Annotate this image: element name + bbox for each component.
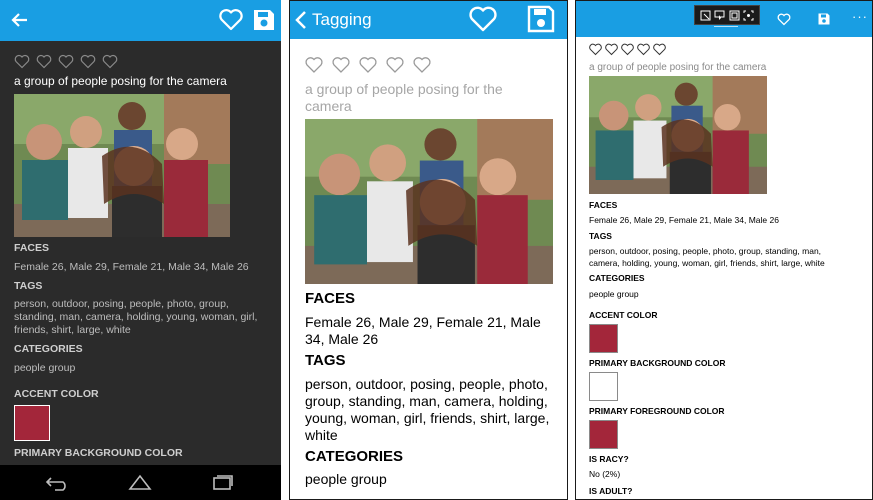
faces-heading: FACES <box>305 290 356 307</box>
rating-heart-icon[interactable] <box>413 56 431 74</box>
tags-value: person, outdoor, posing, people, photo, … <box>14 298 258 336</box>
android-nav-bar <box>0 465 281 500</box>
faces-heading: FACES <box>14 242 50 254</box>
ios-screen: Tagging a group of people posing for the… <box>289 0 568 500</box>
windows-app-bar: ··· <box>576 1 872 37</box>
save-icon[interactable] <box>818 13 830 25</box>
more-options-button[interactable]: ··· <box>852 10 868 23</box>
tags-value: person, outdoor, posing, people, photo, … <box>589 246 825 268</box>
rating-heart-icon[interactable] <box>637 43 650 56</box>
rating-heart-icon[interactable] <box>605 43 618 56</box>
back-button-label[interactable]: Tagging <box>312 10 372 30</box>
rating-heart-icon[interactable] <box>332 56 350 74</box>
windows-screen: ··· a group of people posing for the cam… <box>575 0 873 500</box>
group-photo <box>305 119 553 284</box>
photo-caption: a group of people posing for the camera <box>305 81 503 114</box>
is-racy-heading: IS RACY? <box>589 454 629 464</box>
primary-background-heading: PRIMARY BACKGROUND COLOR <box>14 447 183 459</box>
rating-heart-icon[interactable] <box>653 43 666 56</box>
accent-color-swatch <box>14 405 50 441</box>
faces-value: Female 26, Male 29, Female 21, Male 34, … <box>589 215 779 225</box>
heart-outline-icon[interactable] <box>218 8 244 32</box>
primary-background-heading: PRIMARY BACKGROUND COLOR <box>589 358 726 368</box>
rating-heart-icon[interactable] <box>359 56 377 74</box>
heart-outline-icon[interactable] <box>777 13 791 26</box>
categories-heading: CATEGORIES <box>589 273 645 283</box>
rating-hearts[interactable] <box>305 56 431 74</box>
is-adult-heading: IS ADULT? <box>589 486 633 496</box>
rating-hearts[interactable] <box>589 43 666 56</box>
rating-heart-icon[interactable] <box>36 54 52 69</box>
faces-value: Female 26, Male 29, Female 21, Male 34, … <box>305 314 541 347</box>
group-photo <box>14 94 230 237</box>
tags-heading: TAGS <box>589 231 612 241</box>
heart-outline-icon[interactable] <box>468 5 498 33</box>
photo-caption: a group of people posing for the camera <box>14 74 227 88</box>
is-racy-value: No (2%) <box>589 469 621 479</box>
rating-heart-icon[interactable] <box>58 54 74 69</box>
rating-heart-icon[interactable] <box>305 56 323 74</box>
recent-apps-icon[interactable] <box>212 474 234 491</box>
rating-heart-icon[interactable] <box>14 54 30 69</box>
accent-color-heading: ACCENT COLOR <box>589 310 658 320</box>
rating-heart-icon[interactable] <box>102 54 118 69</box>
photo-caption: a group of people posing for the camera <box>589 62 767 73</box>
save-icon[interactable] <box>253 9 275 31</box>
accent-color-heading: ACCENT COLOR <box>14 388 99 400</box>
tags-heading: TAGS <box>305 352 346 369</box>
faces-value: Female 26, Male 29, Female 21, Male 34, … <box>14 261 249 273</box>
android-screen: a group of people posing for the camera … <box>0 0 281 500</box>
rating-heart-icon[interactable] <box>386 56 404 74</box>
tags-value: person, outdoor, posing, people, photo, … <box>305 376 550 443</box>
faces-heading: FACES <box>589 200 618 210</box>
back-nav-icon[interactable] <box>45 475 71 491</box>
rating-heart-icon[interactable] <box>589 43 602 56</box>
categories-value: people group <box>14 362 76 374</box>
rating-hearts[interactable] <box>14 54 118 69</box>
tags-heading: TAGS <box>14 280 43 292</box>
window-icon[interactable] <box>729 10 740 21</box>
rating-heart-icon[interactable] <box>621 43 634 56</box>
categories-heading: CATEGORIES <box>305 448 404 465</box>
categories-heading: CATEGORIES <box>14 343 83 355</box>
rating-heart-icon[interactable] <box>80 54 96 69</box>
select-icon[interactable] <box>700 10 711 21</box>
toolbar-indicator <box>714 26 738 27</box>
ios-nav-bar: Tagging <box>290 1 567 39</box>
chevron-left-icon[interactable] <box>295 10 307 30</box>
primary-foreground-swatch <box>589 420 618 449</box>
primary-background-swatch <box>589 372 618 401</box>
home-nav-icon[interactable] <box>128 473 152 491</box>
arrow-left-icon[interactable] <box>10 10 30 30</box>
cursor-icon[interactable] <box>714 10 725 21</box>
categories-value: people group <box>305 471 387 487</box>
categories-value: people group <box>589 289 639 299</box>
primary-foreground-heading: PRIMARY FOREGROUND COLOR <box>589 406 725 416</box>
capture-toolbar <box>694 5 760 25</box>
scan-icon[interactable] <box>743 10 754 21</box>
accent-color-swatch <box>589 324 618 353</box>
group-photo <box>589 76 767 194</box>
android-app-bar <box>0 0 281 41</box>
save-icon[interactable] <box>527 5 555 33</box>
